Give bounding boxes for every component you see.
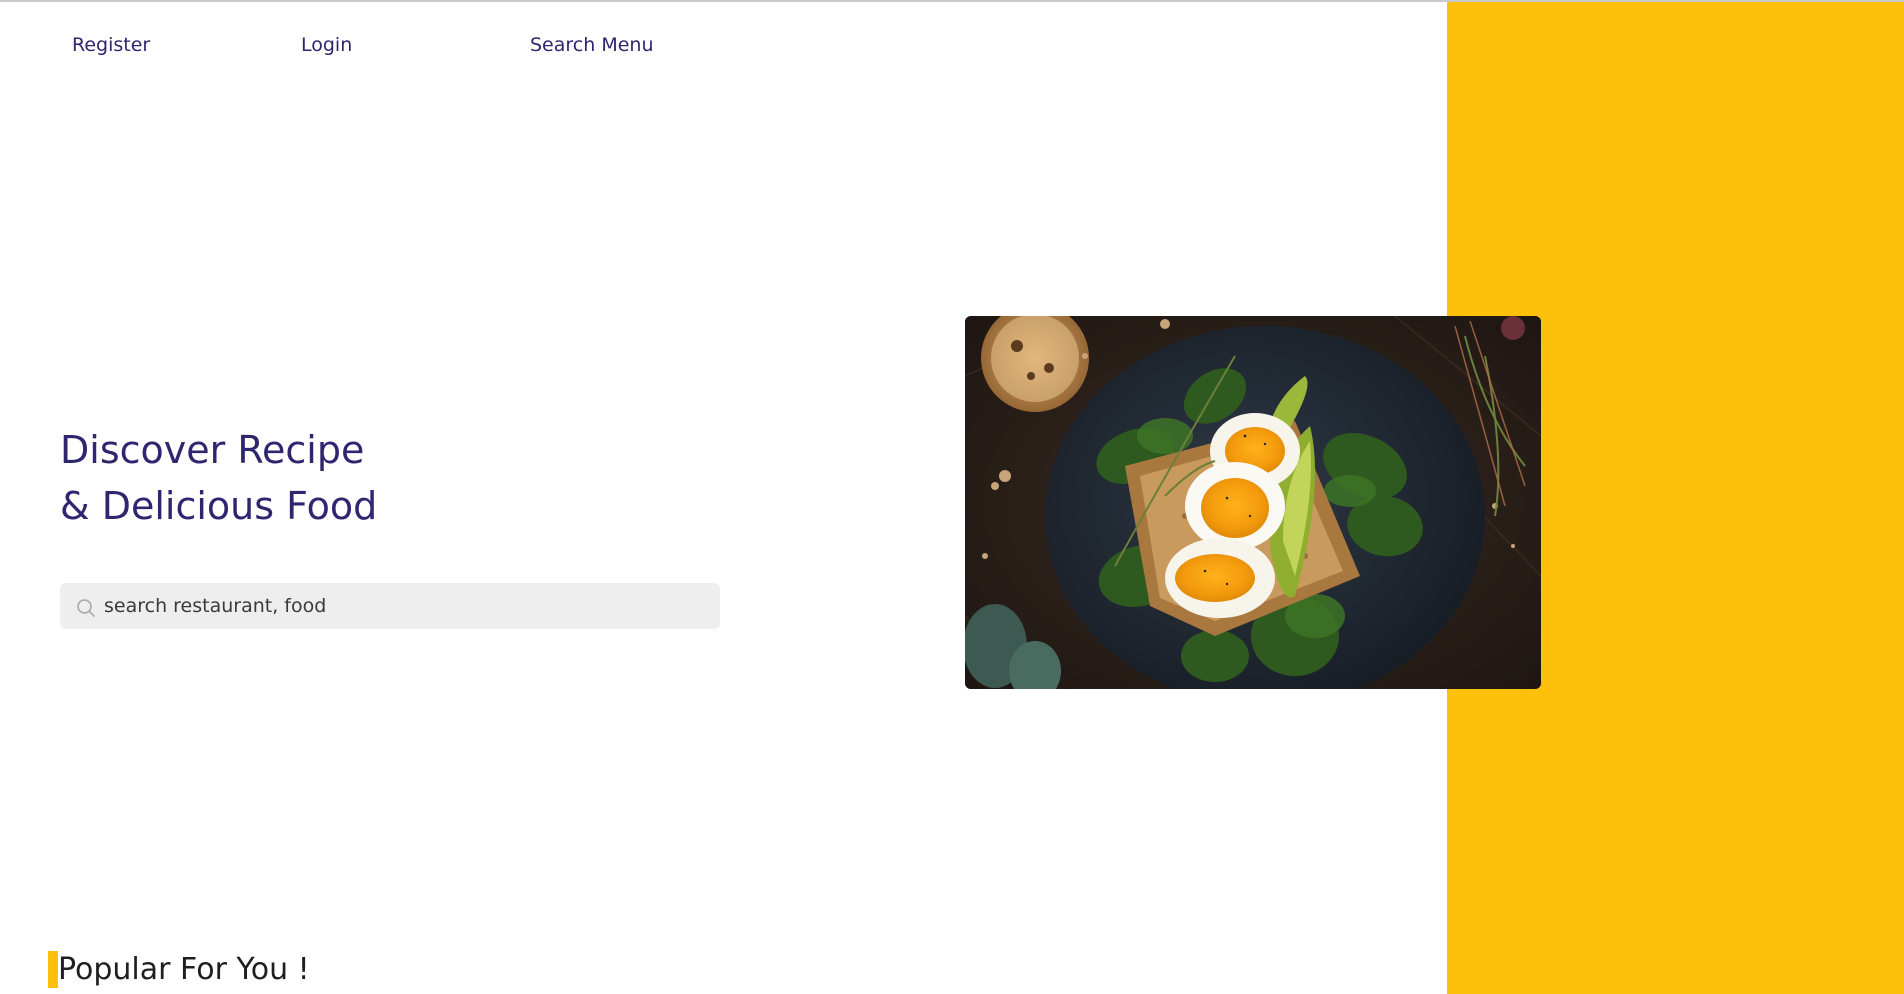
hero-food-image (965, 316, 1541, 689)
nav-search-menu-link[interactable]: Search Menu (530, 34, 653, 56)
hero-title: Discover Recipe & Delicious Food (60, 422, 377, 534)
popular-heading: Popular For You ! (58, 952, 310, 987)
search-input[interactable] (104, 583, 704, 629)
hero-title-line-1: Discover Recipe (60, 428, 365, 472)
hero-title-line-2: & Delicious Food (60, 484, 378, 528)
search-bar[interactable] (60, 583, 720, 629)
popular-heading-marker (48, 951, 58, 988)
nav-login-link[interactable]: Login (301, 34, 352, 56)
search-icon (76, 598, 96, 618)
page: Register Login Search Menu Discover Reci… (0, 0, 1904, 994)
nav-register-link[interactable]: Register (72, 34, 150, 56)
